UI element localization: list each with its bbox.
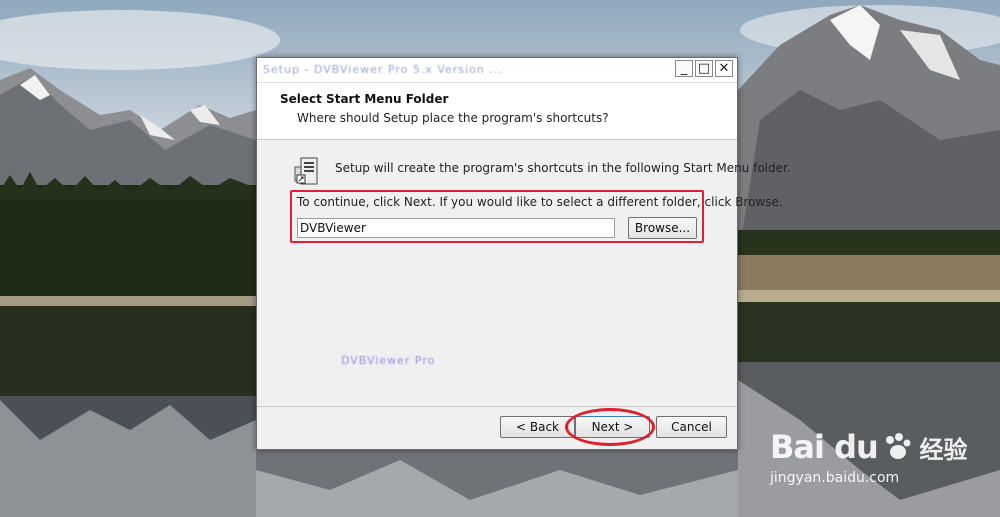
setup-wizard-window: Setup - DVBViewer Pro 5.x Version ... _ … — [256, 57, 791, 450]
blurred-watermark-text: DVBViewer Pro — [341, 354, 436, 367]
next-button[interactable]: Next > — [575, 416, 650, 438]
browse-button[interactable]: Browse... — [628, 217, 697, 239]
window-titlebar[interactable]: Setup - DVBViewer Pro 5.x Version ... _ … — [257, 58, 737, 83]
wizard-body: Setup will create the program's shortcut… — [257, 140, 791, 404]
baidu-logo: Bai du — [770, 428, 879, 466]
paw-icon — [885, 433, 911, 459]
start-menu-folder-input[interactable] — [297, 218, 615, 238]
wizard-header: Select Start Menu Folder Where should Se… — [257, 83, 737, 140]
page-subtitle: Where should Setup place the program's s… — [297, 111, 609, 125]
back-button[interactable]: < Back — [500, 416, 575, 438]
cancel-button[interactable]: Cancel — [656, 416, 727, 438]
continue-instructions: To continue, click Next. If you would li… — [297, 195, 783, 209]
folder-shortcut-icon — [294, 157, 318, 185]
footer-divider — [257, 406, 737, 407]
minimize-button[interactable]: _ — [675, 60, 693, 77]
baidu-jingyan-text: 经验 — [919, 436, 968, 464]
info-text: Setup will create the program's shortcut… — [335, 161, 791, 175]
page-title: Select Start Menu Folder — [280, 92, 449, 106]
maximize-button[interactable]: □ — [695, 60, 713, 77]
window-controls: _ □ ✕ — [673, 60, 733, 77]
baidu-url: jingyan.baidu.com — [770, 470, 900, 486]
baidu-watermark: Bai du 经验 jingyan.baidu.com — [770, 428, 968, 486]
window-title: Setup - DVBViewer Pro 5.x Version ... — [263, 63, 503, 76]
close-button[interactable]: ✕ — [715, 60, 733, 77]
